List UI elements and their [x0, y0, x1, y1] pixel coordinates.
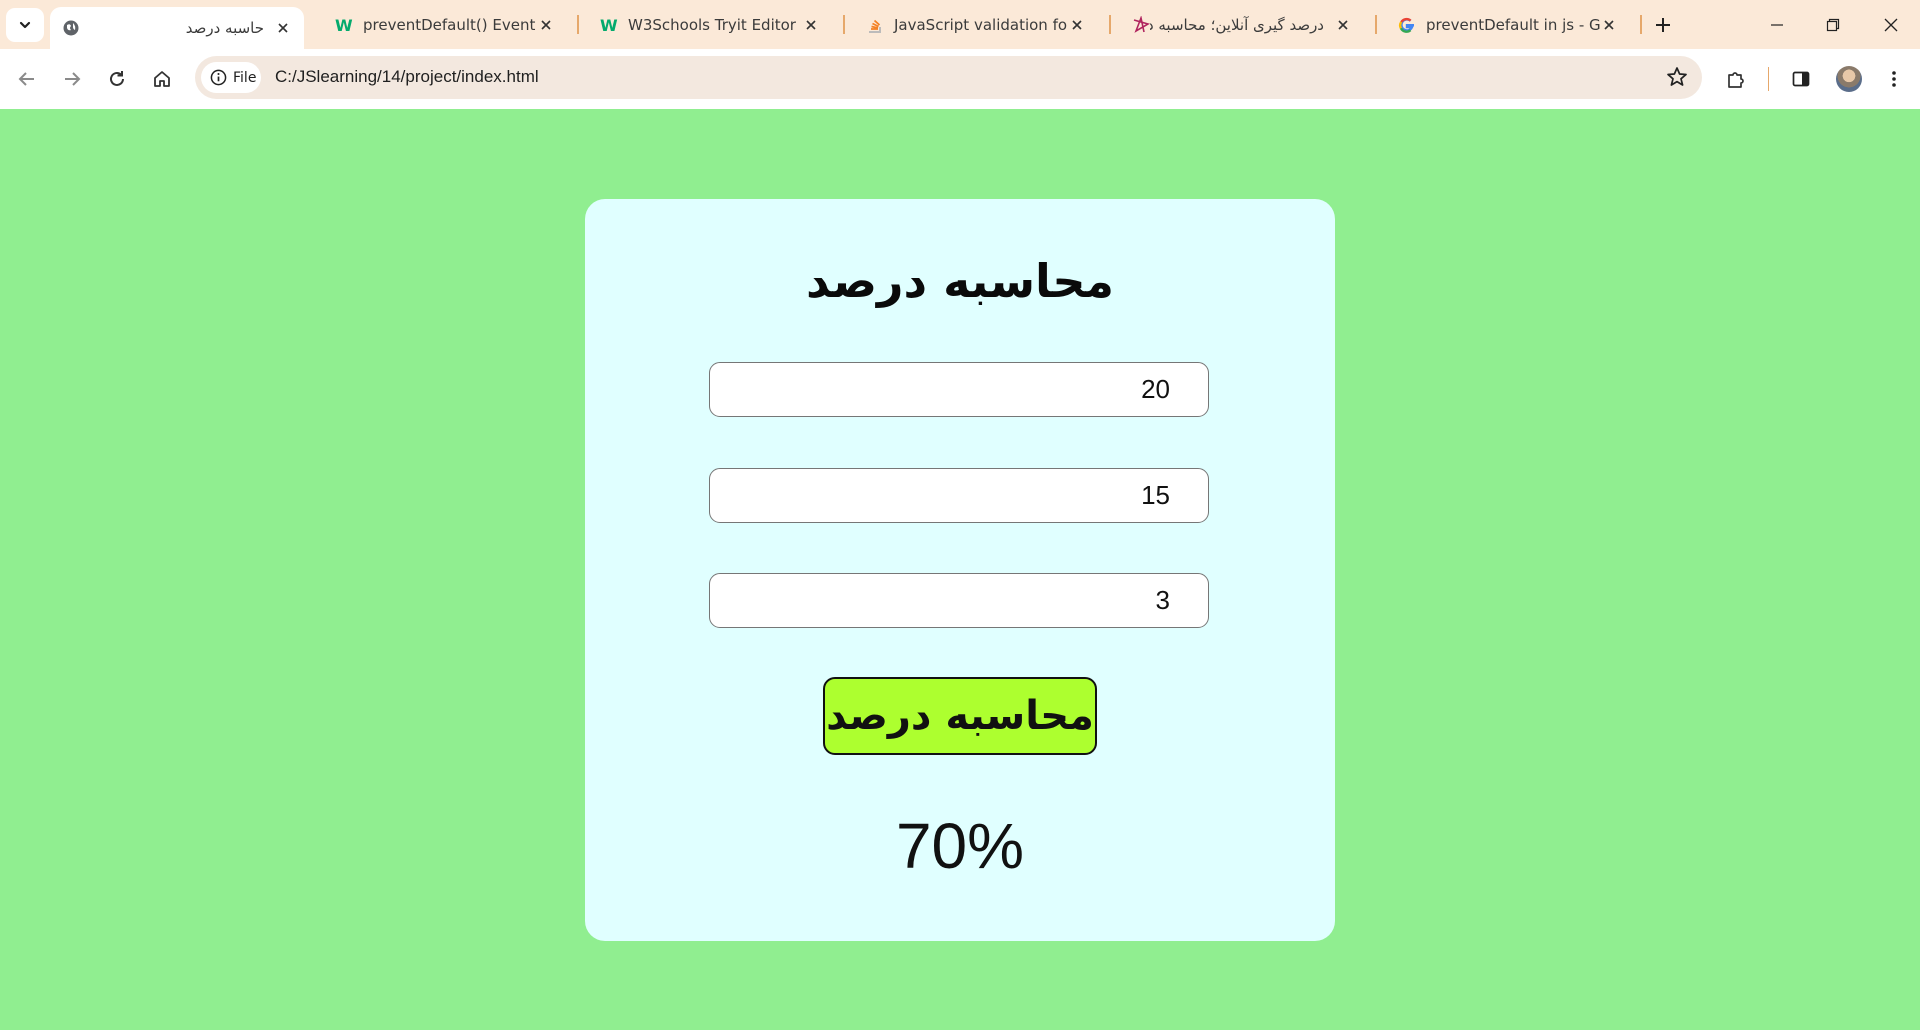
info-icon	[210, 69, 227, 86]
tab-title: JavaScript validation for en	[894, 15, 1068, 34]
chevron-down-icon	[19, 21, 31, 29]
tab-title: preventDefault in js - Goo	[1426, 15, 1600, 34]
third-number-input[interactable]	[709, 573, 1209, 628]
close-icon[interactable]	[274, 19, 292, 37]
profile-avatar[interactable]	[1836, 66, 1862, 92]
close-icon[interactable]	[537, 16, 555, 34]
tab[interactable]: W preventDefault() Event Met	[325, 0, 565, 49]
more-vertical-icon	[1892, 71, 1896, 87]
back-button[interactable]	[9, 61, 45, 97]
tab[interactable]: درصد گیری آنلاین؛ محاسبه د	[1122, 0, 1362, 49]
forward-button[interactable]	[54, 61, 90, 97]
browser-toolbar: File C:/JSlearning/14/project/index.html	[0, 49, 1920, 109]
stackoverflow-icon	[866, 16, 884, 34]
minimize-button[interactable]	[1748, 0, 1806, 49]
window-close-button[interactable]	[1862, 0, 1920, 49]
tab-title: preventDefault() Event Met	[363, 15, 537, 34]
plus-icon	[1656, 18, 1670, 32]
tab[interactable]: preventDefault in js - Goo	[1388, 0, 1628, 49]
close-icon[interactable]	[802, 16, 820, 34]
w3schools-icon: W	[600, 16, 618, 34]
site-info-chip[interactable]: File	[201, 62, 261, 93]
tab[interactable]: JavaScript validation for en	[856, 0, 1096, 49]
tab-title: W3Schools Tryit Editor	[628, 15, 796, 34]
restore-icon	[1826, 18, 1840, 31]
tab-search-button[interactable]	[6, 8, 44, 42]
reload-button[interactable]	[99, 61, 135, 97]
calculator-card: محاسبه درصد محاسبه درصد 70%	[585, 199, 1335, 941]
arrow-left-icon	[18, 72, 34, 86]
star-logo-icon	[1132, 15, 1150, 34]
tab-active[interactable]: حاسبه درصد	[50, 7, 304, 49]
address-bar[interactable]: File C:/JSlearning/14/project/index.html	[195, 56, 1702, 99]
tab-title: حاسبه درصد	[185, 19, 264, 37]
new-tab-button[interactable]	[1650, 13, 1676, 37]
arrow-right-icon	[65, 72, 81, 86]
minimize-icon	[1771, 23, 1783, 26]
home-button[interactable]	[144, 61, 180, 97]
puzzle-icon	[1728, 72, 1744, 88]
page-content: محاسبه درصد محاسبه درصد 70%	[0, 109, 1920, 1030]
bookmark-star-icon[interactable]	[1666, 66, 1688, 88]
tab-separator	[577, 15, 579, 34]
svg-text:W: W	[335, 16, 353, 34]
close-icon	[1884, 18, 1898, 31]
side-panel-icon	[1792, 71, 1810, 87]
side-panel-button[interactable]	[1783, 61, 1819, 97]
tab-separator	[843, 15, 845, 34]
google-icon	[1398, 16, 1416, 34]
extensions-button[interactable]	[1718, 61, 1754, 97]
close-icon[interactable]	[1334, 16, 1352, 34]
site-chip-label: File	[233, 69, 257, 86]
tab-separator	[1109, 15, 1111, 34]
first-number-input[interactable]	[709, 362, 1209, 417]
globe-icon	[62, 19, 80, 37]
tab[interactable]: W W3Schools Tryit Editor	[590, 0, 830, 49]
menu-button[interactable]	[1876, 61, 1912, 97]
close-icon[interactable]	[1068, 16, 1086, 34]
tab-title: درصد گیری آنلاین؛ محاسبه د	[1150, 15, 1324, 34]
toolbar-separator	[1768, 67, 1769, 91]
tab-separator	[1640, 15, 1642, 34]
restore-button[interactable]	[1804, 0, 1862, 49]
svg-text:W: W	[600, 16, 618, 34]
home-icon	[154, 71, 170, 87]
tab-separator	[1375, 15, 1377, 34]
close-icon[interactable]	[1600, 16, 1618, 34]
result-text: 70%	[895, 810, 1025, 882]
tab-strip: حاسبه درصد W preventDefault() Event Met …	[0, 0, 1920, 49]
w3schools-icon: W	[335, 16, 353, 34]
calculate-button[interactable]: محاسبه درصد	[823, 677, 1097, 755]
page-title: محاسبه درصد	[806, 254, 1114, 308]
second-number-input[interactable]	[709, 468, 1209, 523]
url-text[interactable]: C:/JSlearning/14/project/index.html	[275, 67, 539, 87]
reload-icon	[110, 71, 124, 86]
